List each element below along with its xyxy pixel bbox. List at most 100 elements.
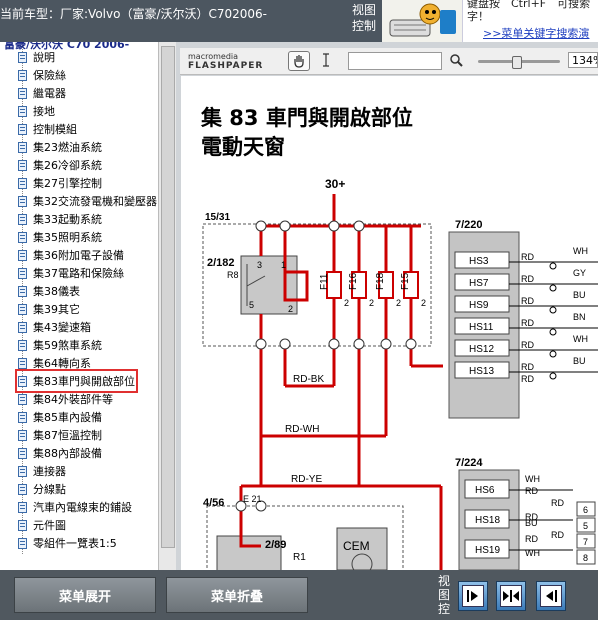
tree-item[interactable]: 集33起動系統	[18, 210, 102, 228]
label-r8-pin1: 1	[281, 260, 286, 270]
tree-item[interactable]: 集85車內設備	[18, 408, 102, 426]
tree-item[interactable]: 集88內部設備	[18, 444, 102, 462]
page-icon	[18, 411, 27, 423]
label-fuse-pin-b: 2	[369, 298, 374, 308]
label-fuse-pin-d: 2	[421, 298, 426, 308]
tree-item[interactable]: 集23燃油系統	[18, 138, 102, 156]
fusebox-dashed-outline	[202, 223, 432, 347]
zoom-slider[interactable]	[478, 56, 560, 69]
menu-expand-button[interactable]: 菜单展开	[14, 577, 156, 613]
hs-out-color: BN	[573, 312, 586, 322]
page-icon	[18, 69, 27, 81]
page-icon	[18, 357, 27, 369]
hs2-pin-label: 7	[583, 537, 588, 547]
tree-item[interactable]: 集43變速箱	[18, 318, 91, 336]
tip-line-2: 字！	[467, 10, 489, 23]
document-page: 集 83 車門與開啟部位 電動天窗 30+ 15/31 2/182 R8 3 1…	[181, 76, 598, 570]
view-expand-right-button[interactable]	[458, 581, 488, 611]
tree-item[interactable]: 集83車門與開啟部位	[15, 369, 138, 393]
hs-wire-color: RD	[521, 318, 534, 328]
page-icon	[18, 303, 27, 315]
zoom-slider-knob[interactable]	[512, 56, 522, 69]
search-demo-link[interactable]: >>菜单关键字搜索演	[483, 25, 589, 41]
page-icon	[18, 393, 27, 405]
label-r8-pin5: 5	[249, 300, 254, 310]
page-icon	[18, 141, 27, 153]
tree-item[interactable]: 集35照明系統	[18, 228, 102, 246]
tree-item[interactable]: 集39其它	[18, 300, 80, 318]
label-f16: F16	[348, 272, 359, 290]
tree-item-label: 汽車內電線束的鋪設	[33, 501, 132, 514]
search-input[interactable]	[348, 52, 442, 70]
tree-item[interactable]: 控制模組	[18, 120, 77, 138]
tree-item[interactable]: 說明	[18, 48, 55, 66]
tree-item-label: 集23燃油系統	[33, 141, 102, 154]
page-icon	[18, 375, 27, 387]
hs-out-color: WH	[573, 246, 588, 256]
tree-item-label: 集33起動系統	[33, 213, 102, 226]
tree-item-label: 零組件一覽表1:5	[33, 537, 117, 550]
text-select-button[interactable]	[316, 51, 336, 69]
hs-label: HS6	[475, 485, 495, 496]
tree-item[interactable]: 集87恒溫控制	[18, 426, 102, 444]
page-icon	[18, 321, 27, 333]
logo-big-text: FLASHPAPER	[188, 61, 264, 71]
tree-scroll-thumb[interactable]	[161, 46, 175, 548]
wiring-diagram: 30+ 15/31 2/182 R8 3 1 5 2 F11 F16 F18 F…	[202, 177, 598, 570]
hs-label: HS12	[469, 344, 494, 355]
tree-item[interactable]: 集38儀表	[18, 282, 80, 300]
page-icon	[18, 231, 27, 243]
tree-scrollbar[interactable]	[158, 42, 177, 570]
tree-item[interactable]: 集59煞車系統	[18, 336, 102, 354]
hs-wire-color: RD	[521, 340, 534, 350]
view-expand-left-button[interactable]	[536, 581, 566, 611]
menu-collapse-button[interactable]: 菜单折叠	[166, 577, 308, 613]
tree-item[interactable]: 集26冷卻系統	[18, 156, 102, 174]
text-cursor-icon	[323, 53, 329, 67]
hs-label: HS11	[469, 322, 494, 333]
search-button[interactable]	[446, 51, 466, 69]
hs-splice-dot	[549, 284, 557, 292]
hand-tool-button[interactable]	[288, 51, 310, 71]
hs-wire-color: RD	[521, 362, 534, 372]
view-split-button[interactable]	[496, 581, 526, 611]
hs2-wire-color: WH	[525, 548, 540, 558]
page-icon	[18, 159, 27, 171]
tree-item-label: 繼電器	[33, 87, 66, 100]
page-icon	[18, 429, 27, 441]
hs-label: HS7	[469, 278, 489, 289]
tree-item[interactable]: 分線點	[18, 480, 66, 498]
tree-item[interactable]: 零組件一覽表1:5	[18, 534, 117, 552]
page-icon	[18, 195, 27, 207]
tree-item[interactable]: 接地	[18, 102, 55, 120]
page-icon	[18, 483, 27, 495]
tree-item-label: 集85車內設備	[33, 411, 102, 424]
tree-item[interactable]: 集36附加電子設備	[18, 246, 124, 264]
tree-item-label: 集36附加電子設備	[33, 249, 124, 262]
flashpaper-logo: macromedia FLASHPAPER	[188, 52, 263, 71]
arrow-left-icon	[546, 590, 557, 602]
tree-item-label: 集43變速箱	[33, 321, 91, 334]
hs-label: HS18	[475, 515, 500, 526]
tree-item[interactable]: 保險絲	[18, 66, 66, 84]
view-control-label-bottom: 视图控	[438, 574, 451, 616]
tree-item[interactable]: 集32交流發電機和變壓器	[18, 192, 157, 210]
label-2-182: 2/182	[207, 257, 235, 269]
tree-item-label: 保險絲	[33, 69, 66, 82]
tree-item[interactable]: 元件圖	[18, 516, 66, 534]
hs-label: HS13	[469, 366, 494, 377]
tree-item[interactable]: 連接器	[18, 462, 66, 480]
label-rd-wh: RD-WH	[285, 424, 319, 435]
tree-item[interactable]: 繼電器	[18, 84, 66, 102]
tree-item[interactable]: 汽車內電線束的鋪設	[18, 498, 132, 516]
tree-item[interactable]: 集27引擎控制	[18, 174, 102, 192]
tree-item-label: 集37電路和保險絲	[33, 267, 124, 280]
tree-item[interactable]: 集37電路和保險絲	[18, 264, 124, 282]
label-e21: E 21	[243, 494, 262, 504]
zoom-field[interactable]: 134%	[568, 52, 598, 68]
page-icon	[18, 501, 27, 513]
tree-item[interactable]: 集84外裝部件等	[18, 390, 113, 408]
label-f18: F18	[375, 272, 386, 290]
label-rd-ye: RD-YE	[291, 474, 322, 485]
tree-item[interactable]: 集64轉向系	[18, 354, 91, 372]
